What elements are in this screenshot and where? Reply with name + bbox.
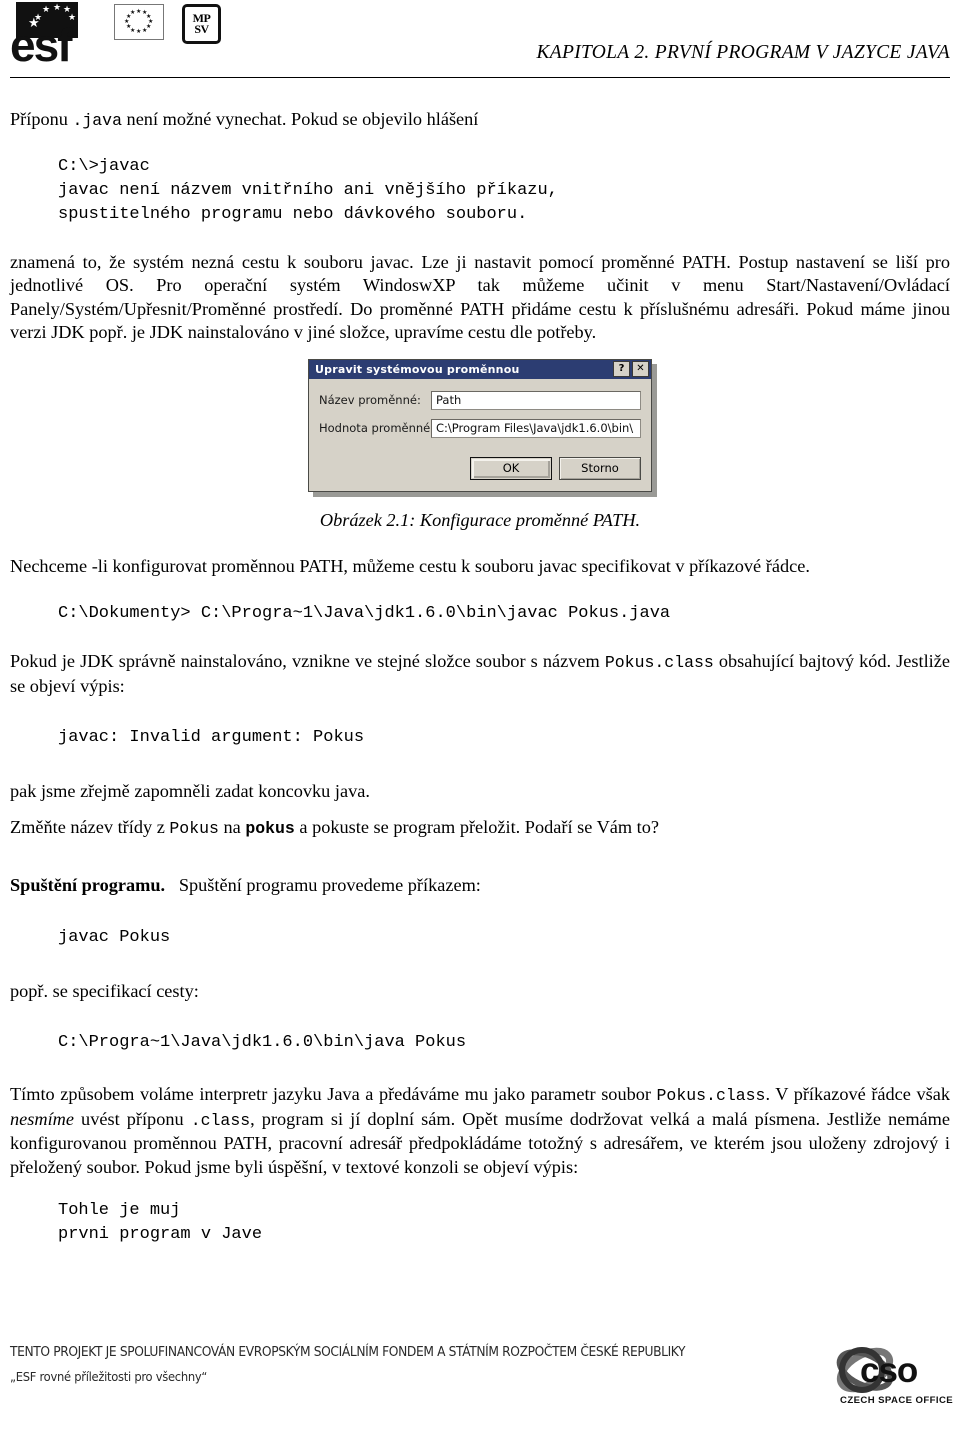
- dialog-titlebar[interactable]: Upravit systémovou proměnnou ? ✕: [309, 359, 651, 379]
- paragraph-2: znamená to, že systém nezná cestu k soub…: [10, 251, 950, 343]
- page-footer: TENTO PROJEKT JE SPOLUFINANCOVÁN EVROPSK…: [10, 1341, 954, 1415]
- paragraph-8: popř. se specifikací cesty:: [10, 980, 199, 1001]
- para6-inline-code-2: pokus: [245, 818, 295, 838]
- header-divider: [10, 77, 950, 78]
- code-block-6: Tohle je muj prvni program v Jave: [58, 1201, 263, 1244]
- run-program-heading: Spuštění programu.: [10, 875, 166, 895]
- para9-emphasis: nesmíme: [10, 1108, 74, 1129]
- dialog-shadow: Upravit systémovou proměnnou ? ✕ Název p…: [308, 358, 657, 497]
- variable-name-input[interactable]: Path: [431, 390, 641, 410]
- variable-name-label: Název proměnné:: [319, 393, 421, 407]
- para7-text: Spuštění programu provedeme příkazem:: [178, 875, 481, 895]
- footer-funding-text: TENTO PROJEKT JE SPOLUFINANCOVÁN EVROPSK…: [10, 1345, 770, 1384]
- para6-inline-code-1: Pokus: [169, 818, 219, 838]
- para4-inline-code: Pokus.class: [604, 653, 714, 672]
- code-block-5: C:\Progra~1\Java\jdk1.6.0\bin\java Pokus: [58, 1033, 467, 1052]
- cso-wordmark: cso: [860, 1351, 918, 1390]
- paragraph-7: Spuštění programu. Spuštění programu pro…: [10, 874, 950, 898]
- cancel-button[interactable]: Storno: [559, 456, 641, 480]
- help-icon[interactable]: ?: [613, 361, 630, 377]
- code-block-1: C:\>javac javac není názvem vnitřního an…: [58, 156, 558, 224]
- dialog-title: Upravit systémovou proměnnou: [315, 362, 520, 376]
- code-block-3: javac: Invalid argument: Pokus: [58, 728, 365, 747]
- cso-subtitle: CZECH SPACE OFFICE: [840, 1395, 954, 1406]
- para9-inline-code-1: Pokus.class: [656, 1086, 766, 1105]
- dialog-actions: OK Storno: [309, 453, 651, 491]
- code-block-4: javac Pokus: [58, 927, 171, 947]
- para6-text-c: a pokuste se program přeložit. Podaří se…: [294, 816, 660, 837]
- paragraph-3: Nechceme -li konfigurovat proměnnou PATH…: [10, 555, 810, 576]
- para9-inline-code-2: .class: [190, 1110, 251, 1130]
- variable-value-input[interactable]: C:\Program Files\Java\jdk1.6.0\bin\: [431, 418, 641, 438]
- para6-text-a: Změňte název třídy z: [10, 816, 170, 837]
- dialog-body: Název proměnné: Path Hodnota proměnné: C…: [309, 379, 651, 453]
- footer-line-1: TENTO PROJEKT JE SPOLUFINANCOVÁN EVROPSK…: [10, 1345, 686, 1360]
- header-logo-group: ★ ★ ★ ★ ★ ★ esf ★ ★ ★ ★ ★ ★ ★ ★ ★ ★ ★ ★ …: [10, 2, 221, 80]
- paragraph-4: Pokud je JDK správně nainstalováno, vzni…: [10, 650, 950, 698]
- paragraph-5: pak jsme zřejmě zapomněli zadat koncovku…: [10, 781, 370, 801]
- para6-text-b: na: [218, 816, 246, 837]
- para9-text-c: uvést příponu: [73, 1108, 191, 1129]
- document-page: ★ ★ ★ ★ ★ ★ esf ★ ★ ★ ★ ★ ★ ★ ★ ★ ★ ★ ★ …: [0, 0, 960, 1429]
- paragraph-1: Příponu .java není možné vynechat. Pokud…: [10, 108, 950, 133]
- para9-text-a: Tímto způsobem voláme interpretr jazyku …: [10, 1084, 657, 1104]
- paragraph-9: Tímto způsobem voláme interpretr jazyku …: [10, 1083, 950, 1179]
- mpsv-logo-icon: MP SV: [182, 4, 221, 44]
- variable-value-label: Hodnota proměnné:: [319, 421, 435, 435]
- para9-text-b: . V příkazové řádce však: [765, 1084, 950, 1104]
- figure-path-dialog: Upravit systémovou proměnnou ? ✕ Název p…: [10, 358, 950, 497]
- close-icon[interactable]: ✕: [632, 361, 649, 377]
- figure-caption: Obrázek 2.1: Konfigurace proměnné PATH.: [319, 509, 641, 530]
- code-block-2: C:\Dokumenty> C:\Progra~1\Java\jdk1.6.0\…: [58, 604, 671, 623]
- para1-text-b: není možné vynechat. Pokud se objevilo h…: [121, 109, 479, 129]
- page-content: Příponu .java není možné vynechat. Pokud…: [10, 90, 950, 1247]
- esf-logo-wordmark: esf: [10, 19, 73, 71]
- footer-line-2: „ESF rovné příležitosti pro všechny“: [10, 1369, 208, 1384]
- para4-text-a: Pokud je JDK správně nainstalováno, vzni…: [10, 651, 605, 671]
- eu-flag-logo-icon: ★ ★ ★ ★ ★ ★ ★ ★ ★ ★ ★ ★: [114, 4, 164, 40]
- para1-text-a: Příponu: [10, 109, 73, 129]
- page-header: ★ ★ ★ ★ ★ ★ esf ★ ★ ★ ★ ★ ★ ★ ★ ★ ★ ★ ★ …: [10, 0, 950, 90]
- variable-name-row: Název proměnné: Path: [319, 390, 641, 410]
- esf-logo-icon: ★ ★ ★ ★ ★ ★ esf: [10, 2, 96, 80]
- mpsv-logo-line2: SV: [194, 22, 209, 36]
- edit-system-variable-dialog: Upravit systémovou proměnnou ? ✕ Název p…: [308, 358, 652, 492]
- ok-button[interactable]: OK: [470, 456, 552, 480]
- paragraph-6: Změňte název třídy z Pokus na pokus a po…: [10, 816, 950, 841]
- variable-value-row: Hodnota proměnné: C:\Program Files\Java\…: [319, 418, 641, 438]
- para1-inline-code: .java: [72, 111, 122, 130]
- chapter-title: KAPITOLA 2. PRVNÍ PROGRAM V JAZYCE JAVA: [536, 42, 950, 63]
- cso-logo-icon: cso CZECH SPACE OFFICE: [834, 1341, 954, 1415]
